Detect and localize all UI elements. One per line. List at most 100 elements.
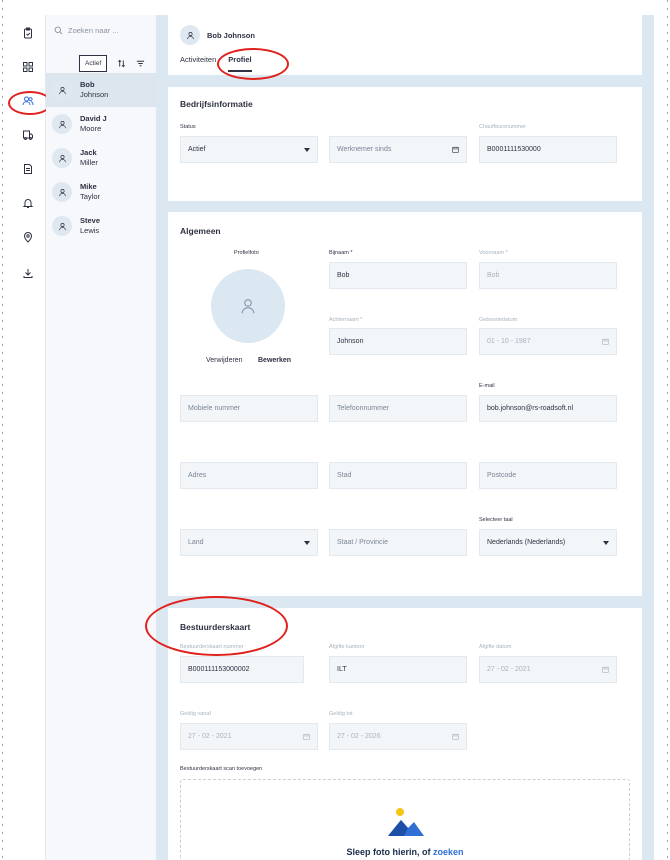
birthdate-label: Geboortedatum	[479, 317, 518, 323]
list-item[interactable]: Mike Taylor	[46, 175, 156, 209]
person-first-name: Bob	[80, 80, 95, 89]
lastname-label: Achternaam *	[329, 317, 363, 323]
list-item[interactable]: Bob Johnson	[46, 73, 156, 107]
driver-number-label: Chauffeursnummer	[479, 124, 526, 130]
section-title: Bedrijfsinformatie	[180, 99, 253, 109]
language-value: Nederlands (Nederlands)	[487, 539, 566, 546]
address-field[interactable]: Adres	[180, 462, 318, 489]
frame-right-border	[664, 0, 670, 860]
mobile-field[interactable]: Mobiele nummer	[180, 395, 318, 422]
language-select[interactable]: Nederlands (Nederlands)	[479, 529, 617, 556]
remove-photo-link[interactable]: Verwijderen	[206, 357, 243, 364]
card-number-value: B000111153000002	[188, 666, 250, 673]
city-placeholder: Stad	[337, 472, 352, 479]
bell-icon[interactable]	[20, 195, 36, 211]
phone-field[interactable]: Telefoonnummer	[329, 395, 467, 422]
user-icon	[58, 86, 66, 94]
dropzone-hint: Sleep foto hierin, of	[346, 847, 431, 857]
list-item[interactable]: Jack Miller	[46, 141, 156, 175]
nickname-field[interactable]: Bob	[329, 262, 467, 289]
truck-doc-icon[interactable]	[20, 127, 36, 143]
user-icon	[186, 31, 194, 39]
user-icon	[241, 299, 255, 314]
photo-dropzone[interactable]: Sleep foto hierin, of zoeken	[180, 779, 630, 860]
list-item[interactable]: Steve Lewis	[46, 209, 156, 243]
person-first-name: David J	[80, 114, 107, 123]
download-icon[interactable]	[20, 265, 36, 281]
issue-date-field[interactable]: 27 - 02 - 2021	[479, 656, 617, 683]
map-pin-icon[interactable]	[20, 229, 36, 245]
profile-photo-label: Profielfoto	[234, 250, 259, 256]
profile-photo[interactable]	[211, 269, 285, 343]
list-item[interactable]: David J Moore	[46, 107, 156, 141]
valid-from-value: 27 - 02 - 2021	[188, 733, 232, 740]
calendar-icon	[452, 733, 459, 740]
chevron-down-icon	[603, 540, 609, 545]
status-value: Actief	[188, 146, 206, 153]
driver-number-value: B0001111530000	[487, 146, 541, 153]
highlight-ring-profile-tab	[217, 48, 289, 80]
status-select[interactable]: Actief	[180, 136, 318, 163]
person-first-name: Mike	[80, 182, 97, 191]
highlight-ring-driver-card	[145, 596, 288, 656]
nickname-value: Bob	[337, 272, 350, 279]
search-input[interactable]: Zoeken naar ...	[68, 26, 118, 35]
company-info-card: Bedrijfsinformatie Status Actief Werknem…	[168, 87, 642, 201]
calendar-icon	[602, 666, 609, 673]
birthdate-value: 01 - 10 - 1987	[487, 338, 531, 345]
grid-icon[interactable]	[20, 59, 36, 75]
browse-link[interactable]: zoeken	[433, 847, 464, 857]
person-last-name: Lewis	[80, 226, 100, 235]
search-icon	[54, 26, 63, 34]
valid-from-label: Geldig vanaf	[180, 711, 211, 717]
person-first-name: Steve	[80, 216, 101, 225]
valid-from-field[interactable]: 27 - 02 - 2021	[180, 723, 318, 750]
user-icon	[58, 188, 66, 196]
country-placeholder: Land	[188, 539, 204, 546]
firstname-value: Bob	[487, 272, 500, 279]
nickname-label: Bijnaam *	[329, 250, 353, 256]
lastname-field[interactable]: Johnson	[329, 328, 467, 355]
user-icon	[58, 222, 66, 230]
chevron-down-icon	[304, 147, 310, 152]
profile-header: Bob Johnson	[180, 25, 255, 45]
frame-left-border	[0, 0, 6, 860]
mobile-placeholder: Mobiele nummer	[188, 405, 241, 412]
issue-date-value: 27 - 02 - 2021	[487, 666, 531, 673]
person-last-name: Miller	[80, 158, 98, 167]
avatar	[52, 216, 72, 236]
sort-icon[interactable]	[117, 59, 126, 68]
employee-since-placeholder: Werknemer sinds	[337, 146, 392, 153]
avatar	[52, 182, 72, 202]
issue-date-label: Afgifte datum	[479, 644, 512, 650]
city-field[interactable]: Stad	[329, 462, 467, 489]
scan-upload-label: Bestuurderskaart scan toevoegen	[180, 766, 263, 772]
tab-activities[interactable]: Activiteiten	[180, 55, 216, 72]
profile-name: Bob Johnson	[207, 30, 255, 40]
avatar	[180, 25, 200, 45]
email-field[interactable]: bob.johnson@rs-roadsoft.nl	[479, 395, 617, 422]
country-select[interactable]: Land	[180, 529, 318, 556]
driver-number-field[interactable]: B0001111530000	[479, 136, 617, 163]
lastname-value: Johnson	[337, 338, 364, 345]
edit-photo-link[interactable]: Bewerken	[258, 357, 291, 364]
firstname-field[interactable]: Bob	[479, 262, 617, 289]
postcode-field[interactable]: Postcode	[479, 462, 617, 489]
status-filter-chip[interactable]: Actief	[79, 54, 108, 72]
document-icon[interactable]	[20, 161, 36, 177]
birthdate-field[interactable]: 01 - 10 - 1987	[479, 328, 617, 355]
person-last-name: Taylor	[80, 192, 101, 201]
issuing-office-label: Afgifte kantoor	[329, 644, 365, 650]
issuing-office-field[interactable]: ILT	[329, 656, 467, 683]
person-first-name: Jack	[80, 148, 97, 157]
email-label: E-mail	[479, 383, 495, 389]
card-number-field[interactable]: B000111153000002	[180, 656, 304, 683]
filter-lines-icon[interactable]	[136, 59, 145, 68]
clipboard-icon[interactable]	[20, 25, 36, 41]
valid-to-field[interactable]: 27 - 02 - 2026	[329, 723, 467, 750]
state-field[interactable]: Staat / Provincie	[329, 529, 467, 556]
employee-since-field[interactable]: Werknemer sinds	[329, 136, 467, 163]
person-last-name: Johnson	[80, 90, 109, 99]
search-bar[interactable]: Zoeken naar ...	[46, 15, 156, 45]
calendar-icon	[303, 733, 310, 740]
